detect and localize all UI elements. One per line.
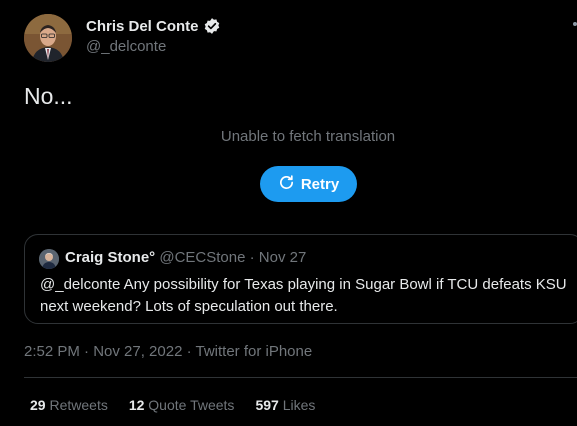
tweet-timestamp[interactable]: 2:52 PM · Nov 27, 2022 · Twitter for iPh… (24, 343, 312, 360)
retweets-count: 29 (30, 397, 46, 413)
author-avatar[interactable] (24, 14, 72, 62)
retry-button[interactable]: Retry (260, 166, 357, 202)
quoted-tweet-header: Craig Stone° @CECStone · Nov 27 (65, 249, 306, 266)
likes-stat[interactable]: 597 Likes (255, 397, 315, 413)
translation-error-message: Unable to fetch translation (220, 128, 396, 145)
retry-label: Retry (300, 175, 340, 193)
verified-badge-icon (203, 17, 221, 35)
quote-tweets-count: 12 (128, 397, 145, 413)
tweet-text: No... (24, 83, 73, 109)
more-options-icon[interactable] (573, 22, 577, 26)
quote-tweets-stat[interactable]: 12 Quote Tweets (129, 397, 235, 413)
quoted-author-avatar (39, 249, 59, 269)
quoted-tweet-card[interactable]: Craig Stone° @CECStone · Nov 27 @_delcon… (24, 234, 577, 324)
author-handle[interactable]: @_delconte (86, 38, 166, 55)
likes-label: Likes (282, 397, 316, 413)
divider (24, 377, 577, 378)
engagement-stats: 29 Retweets 12 Quote Tweets 597 Likes (30, 397, 315, 413)
likes-count: 597 (255, 397, 279, 413)
quote-tweets-label: Quote Tweets (148, 397, 235, 413)
quoted-tweet-text: @_delconte Any possibility for Texas pla… (40, 276, 567, 315)
quoted-author-handle: @CECStone (159, 249, 246, 266)
refresh-icon (278, 174, 295, 195)
author-name[interactable]: Chris Del Conte (86, 18, 199, 35)
retweets-stat[interactable]: 29 Retweets (30, 397, 108, 413)
quoted-author-name: Craig Stone° (65, 249, 156, 266)
retweets-label: Retweets (49, 397, 108, 413)
quoted-tweet-date: · Nov 27 (249, 249, 307, 266)
